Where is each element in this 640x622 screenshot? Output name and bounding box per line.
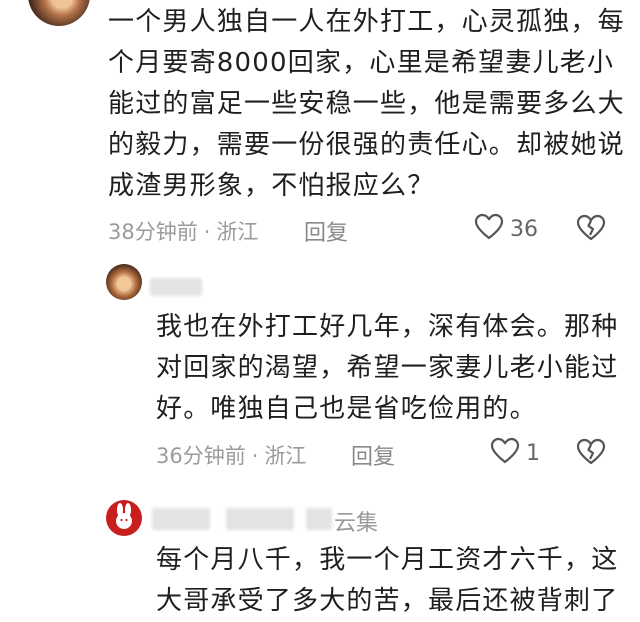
redacted-username (306, 508, 332, 530)
avatar[interactable] (106, 264, 142, 300)
dislike-button[interactable] (576, 438, 606, 470)
heart-outline-icon (474, 213, 504, 245)
comment-meta: 38分钟前 · 浙江 (108, 216, 258, 246)
redacted-username (150, 278, 202, 296)
avatar[interactable] (106, 500, 142, 536)
like-count: 1 (526, 440, 540, 466)
reply-button[interactable]: 回复 (304, 215, 348, 247)
broken-heart-icon (576, 438, 606, 470)
comment-location: 浙江 (216, 220, 259, 244)
meta-separator: · (251, 444, 259, 468)
comment-location: 浙江 (264, 444, 307, 468)
like-button[interactable]: 36 (474, 213, 538, 245)
comment-text: 我也在外打工好几年，深有体会。那种对回家的渴望，希望一家妻儿老小能过好。唯独自己… (156, 312, 619, 424)
redacted-username (152, 508, 210, 530)
comment-time: 38分钟前 (108, 220, 198, 244)
broken-heart-icon (576, 214, 606, 246)
rabbit-icon (116, 503, 132, 529)
comment-text: 一个男人独自一人在外打工，心灵孤独，每个月要寄8000回家，心里是希望妻儿老小能… (108, 7, 625, 201)
meta-separator: · (203, 220, 211, 244)
redacted-username (226, 508, 294, 530)
avatar[interactable] (28, 0, 90, 26)
heart-outline-icon (490, 437, 520, 469)
like-button[interactable]: 1 (490, 437, 540, 469)
reply-button[interactable]: 回复 (351, 439, 395, 471)
comment-time: 36分钟前 (156, 444, 246, 468)
comment-author: 云集 (334, 511, 379, 536)
dislike-button[interactable] (576, 214, 606, 246)
comment-meta: 36分钟前 · 浙江 (156, 440, 306, 470)
like-count: 36 (510, 216, 538, 242)
comment-text: 每个月八千，我一个月工资才六千，这大哥承受了多大的苦，最后还被背刺了 (156, 545, 619, 616)
